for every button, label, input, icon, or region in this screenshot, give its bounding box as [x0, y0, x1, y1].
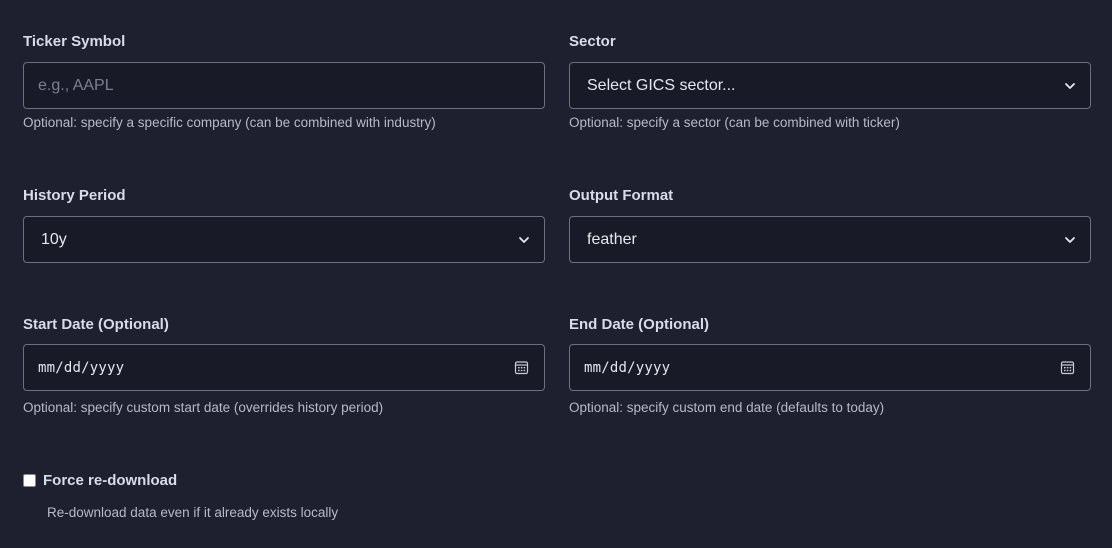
force-redownload-label[interactable]: Force re-download	[43, 472, 177, 489]
start-date-field: Start Date (Optional) mm/dd/yyyy Optiona…	[23, 315, 545, 415]
history-period-selected-value: 10y	[41, 230, 67, 248]
sector-label: Sector	[569, 33, 616, 50]
output-format-label: Output Format	[569, 187, 674, 204]
force-redownload-row[interactable]: Force re-download	[23, 472, 177, 489]
end-date-help: Optional: specify custom end date (defau…	[569, 400, 885, 415]
history-period-label: History Period	[23, 187, 126, 204]
chevron-down-icon	[519, 236, 529, 243]
sector-select[interactable]: Select GICS sector...	[569, 62, 1091, 109]
history-period-field: History Period 10y	[23, 186, 545, 263]
force-redownload-checkbox[interactable]	[23, 474, 36, 487]
ticker-label: Ticker Symbol	[23, 33, 126, 50]
chevron-down-icon	[1065, 82, 1075, 89]
end-date-input[interactable]: mm/dd/yyyy	[569, 344, 1091, 391]
start-date-help: Optional: specify custom start date (ove…	[23, 400, 384, 415]
calendar-icon[interactable]	[514, 360, 529, 375]
calendar-icon[interactable]	[1060, 360, 1075, 375]
output-format-selected-value: feather	[587, 230, 637, 248]
chevron-down-icon	[1065, 236, 1075, 243]
end-date-value: mm/dd/yyyy	[584, 359, 671, 376]
end-date-label: End Date (Optional)	[569, 316, 709, 333]
ticker-placeholder: e.g., AAPL	[38, 76, 114, 94]
sector-field: Sector Select GICS sector... Optional: s…	[569, 32, 1091, 130]
history-period-select[interactable]: 10y	[23, 216, 545, 263]
start-date-input[interactable]: mm/dd/yyyy	[23, 344, 545, 391]
ticker-help: Optional: specify a specific company (ca…	[23, 115, 436, 130]
start-date-value: mm/dd/yyyy	[38, 359, 125, 376]
output-format-field: Output Format feather	[569, 186, 1091, 263]
sector-selected-value: Select GICS sector...	[587, 76, 736, 94]
output-format-select[interactable]: feather	[569, 216, 1091, 263]
force-redownload-help: Re-download data even if it already exis…	[47, 505, 339, 520]
download-form: Ticker Symbol e.g., AAPL Optional: speci…	[0, 0, 1112, 548]
ticker-input[interactable]: e.g., AAPL	[23, 62, 545, 109]
end-date-field: End Date (Optional) mm/dd/yyyy Optional:…	[569, 315, 1091, 415]
ticker-field: Ticker Symbol e.g., AAPL Optional: speci…	[23, 32, 545, 130]
start-date-label: Start Date (Optional)	[23, 316, 169, 333]
sector-help: Optional: specify a sector (can be combi…	[569, 115, 900, 130]
